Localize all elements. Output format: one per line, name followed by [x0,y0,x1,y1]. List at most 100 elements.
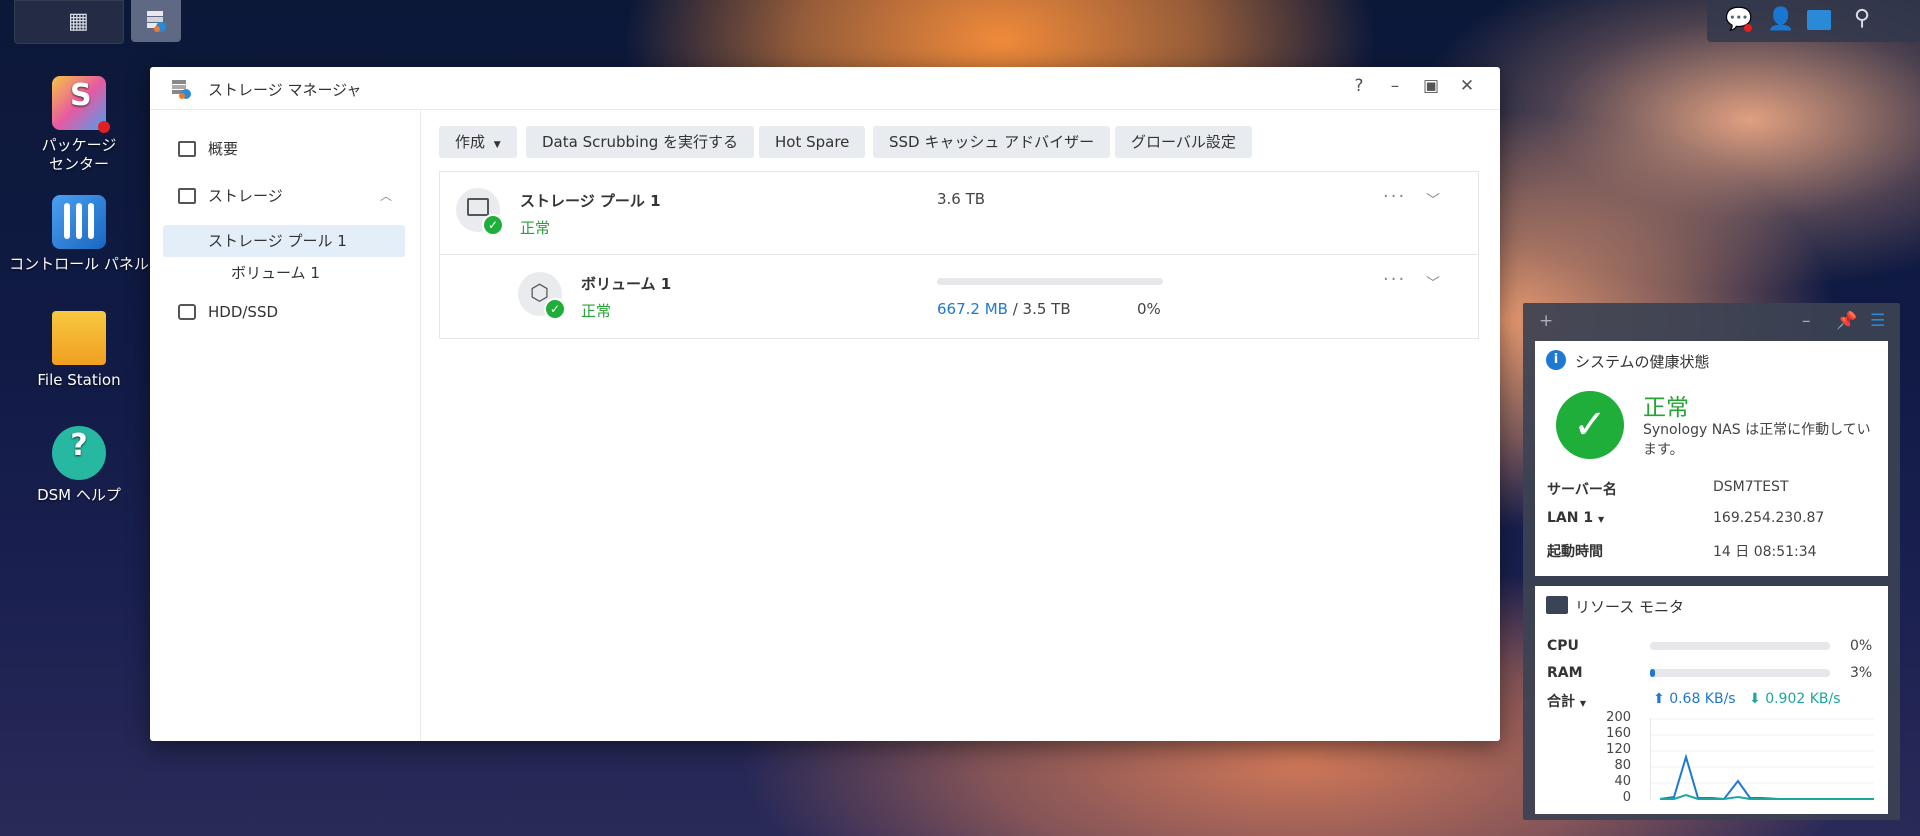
update-badge [98,121,110,133]
user-icon[interactable]: 👤 [1767,7,1794,32]
desktop-icon-control-panel[interactable]: コントロール パネル [4,195,154,274]
ram-percent: 3% [1850,665,1873,681]
storage-pool-card[interactable]: ✓ ストレージ プール 1 正常 3.6 TB ··· ﹀ [439,171,1479,255]
notification-badge [1744,24,1752,32]
storage-pool-status: 正常 [520,219,551,237]
chart-y-tick: 160 [1606,726,1631,741]
volume-icon: ⬡ ✓ [518,272,566,320]
chevron-down-icon[interactable]: ﹀ [1426,273,1440,293]
chevron-up-icon[interactable]: ︿ [380,180,392,212]
system-health-widget: i システムの健康状態 ✓ 正常 Synology NAS は正常に作動していま… [1535,341,1888,576]
search-icon[interactable]: ⚲ [1854,6,1870,31]
main-menu-icon: ▦ [68,9,89,34]
control-panel-icon [52,195,106,249]
ssd-cache-advisor-button[interactable]: SSD キャッシュ アドバイザー [873,126,1111,158]
chart-y-tick: 120 [1606,742,1631,757]
chart-y-tick: 80 [1614,758,1631,773]
storage-icon [178,188,196,204]
sidebar-item-label: ストレージ [208,187,283,205]
desktop-icon-package-center[interactable]: S パッケージ センター [4,76,154,174]
maximize-button[interactable]: ▣ [1419,76,1443,96]
status-ok-icon: ✓ [544,298,566,320]
storage-pool-name: ストレージ プール 1 [520,192,661,210]
create-button[interactable]: 作成 ▼ [439,126,517,158]
sidebar-item-overview[interactable]: 概要 [166,133,406,165]
hot-spare-button[interactable]: Hot Spare [759,126,866,158]
folder-icon [52,311,106,365]
more-options-icon[interactable]: ··· [1383,186,1406,207]
total-label-text: 合計 [1547,694,1575,710]
health-message: Synology NAS は正常に作動しています。 [1643,422,1871,458]
download-speed: ⬇ 0.902 KB/s [1749,691,1841,707]
ram-usage-bar [1650,669,1830,677]
window-titlebar[interactable]: ストレージ マネージャ ? – ▣ ✕ [150,67,1500,110]
storage-manager-icon [147,11,166,32]
desktop-icon-dsm-help[interactable]: ? DSM ヘルプ [4,426,154,505]
lan-label-text: LAN 1 [1547,510,1594,526]
widget-settings-icon[interactable]: ☰ [1870,311,1885,331]
cpu-percent: 0% [1850,638,1873,654]
chevron-down-icon[interactable]: ﹀ [1426,190,1440,210]
sidebar-item-label: ボリューム 1 [231,264,320,282]
chart-y-tick: 200 [1606,710,1631,725]
volume-name: ボリューム 1 [581,275,672,293]
health-state: 正常 [1643,395,1689,421]
upload-arrow-icon: ⬆ [1653,691,1665,707]
caret-down-icon: ▼ [493,140,501,150]
more-options-icon[interactable]: ··· [1383,269,1406,290]
server-name-label: サーバー名 [1547,482,1617,498]
desktop-icon-file-station[interactable]: File Station [4,311,154,390]
package-center-icon: S [52,76,110,133]
desktop-icon-label: コントロール パネル [9,255,149,273]
storage-manager-window: ストレージ マネージャ ? – ▣ ✕ 概要 ストレージ ︿ ストレージ プール… [150,67,1500,741]
ram-usage-fill [1650,669,1656,677]
sidebar-item-hdd-ssd[interactable]: HDD/SSD [166,296,406,328]
uptime-value: 14 日 08:51:34 [1713,544,1817,560]
download-series [1660,793,1874,800]
ram-label: RAM [1547,665,1583,681]
storage-manager-icon [172,80,191,99]
sidebar: 概要 ストレージ ︿ ストレージ プール 1 ボリューム 1 HDD/SSD [150,110,421,741]
total-label[interactable]: 合計 ▼ [1547,691,1586,711]
data-scrubbing-button[interactable]: Data Scrubbing を実行する [526,126,755,158]
volume-usage-bar [937,278,1163,285]
volume-percent: 0% [1137,300,1161,318]
caret-down-icon: ▼ [1597,515,1605,524]
hdd-icon [178,304,196,320]
volume-card[interactable]: ⬡ ✓ ボリューム 1 正常 667.2 MB / 3.5 TB 0% ··· … [439,254,1479,339]
cpu-usage-bar [1650,642,1830,650]
sidebar-item-storage[interactable]: ストレージ ︿ [166,180,406,212]
caret-down-icon: ▼ [1579,699,1587,708]
taskbar-storage-manager[interactable] [131,0,181,42]
sidebar-item-storage-pool-1[interactable]: ストレージ プール 1 [163,225,405,257]
info-icon: i [1546,350,1566,370]
chart-y-tick: 0 [1622,790,1631,805]
upload-series [1659,753,1874,801]
volume-used: 667.2 MB [937,300,1008,318]
pin-icon[interactable]: 📌 [1836,311,1857,331]
widgets-icon[interactable] [1807,10,1831,30]
cpu-label: CPU [1547,638,1579,654]
taskbar-main-menu[interactable]: ▦ [14,0,124,44]
global-settings-button[interactable]: グローバル設定 [1115,126,1252,158]
sidebar-item-volume-1[interactable]: ボリューム 1 [166,257,406,289]
desktop-icon-label: File Station [37,371,121,389]
minimize-button[interactable]: – [1383,76,1407,96]
main-panel: 作成 ▼ Data Scrubbing を実行する Hot Spare SSD … [421,110,1500,741]
resource-monitor-widget: リソース モニタ CPU 0% RAM 3% 合計 ▼ ⬆ 0.68 KB/s … [1535,586,1888,814]
desktop-icon-label: DSM ヘルプ [37,486,121,504]
minimize-widget-icon[interactable]: – [1802,311,1811,331]
help-button[interactable]: ? [1347,76,1371,96]
download-speed-value: 0.902 KB/s [1765,691,1841,707]
widgets-panel: + – 📌 ☰ i システムの健康状態 ✓ 正常 Synology NAS は正… [1523,303,1900,820]
upload-speed: ⬆ 0.68 KB/s [1653,691,1736,707]
widget-title: システムの健康状態 [1575,353,1710,371]
add-widget-icon[interactable]: + [1539,311,1553,331]
lan-label[interactable]: LAN 1 ▼ [1547,510,1604,526]
window-title: ストレージ マネージャ [208,81,362,99]
help-icon: ? [52,426,106,480]
create-label: 作成 [455,133,486,151]
close-button[interactable]: ✕ [1455,76,1479,96]
status-ok-icon: ✓ [482,214,504,236]
volume-status: 正常 [581,302,612,320]
